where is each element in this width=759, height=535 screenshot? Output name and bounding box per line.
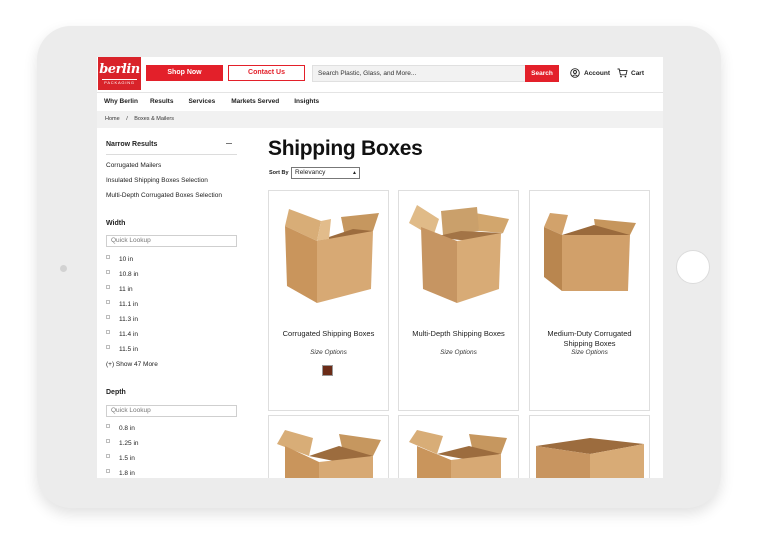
sidebar-link-corrugated-mailers[interactable]: Corrugated Mailers <box>106 162 161 169</box>
breadcrumb-current[interactable]: Boxes & Mailers <box>134 116 174 122</box>
color-swatch[interactable] <box>322 365 333 376</box>
contact-us-button[interactable]: Contact Us <box>228 65 305 81</box>
home-button[interactable] <box>676 250 710 284</box>
checkbox[interactable] <box>106 330 110 334</box>
depth-option[interactable]: 1.25 in <box>106 439 139 448</box>
browser-screen: berlin PACKAGING Shop Now Contact Us Sea… <box>97 57 663 478</box>
sidebar-link-insulated-boxes[interactable]: Insulated Shipping Boxes Selection <box>106 177 208 184</box>
checkbox[interactable] <box>106 300 110 304</box>
sort-by-select[interactable]: Relevancy ▲ <box>291 167 360 179</box>
search-button[interactable]: Search <box>525 65 559 82</box>
nav-markets-served[interactable]: Markets Served <box>231 93 279 111</box>
open-box-image <box>285 209 379 303</box>
checkbox[interactable] <box>106 285 110 289</box>
open-tray-box-image <box>536 438 644 478</box>
width-show-more-link[interactable]: (+) Show 47 More <box>106 361 158 368</box>
product-card-corrugated-shipping-boxes[interactable]: Corrugated Shipping Boxes Size Options <box>268 190 389 411</box>
checkbox[interactable] <box>106 345 110 349</box>
checkbox[interactable] <box>106 424 110 428</box>
breadcrumb-separator: / <box>126 116 128 122</box>
cart-icon <box>617 68 628 78</box>
search-input[interactable]: Search Plastic, Glass, and More... <box>312 65 527 82</box>
account-label: Account <box>584 69 610 77</box>
camera-dot <box>60 265 67 272</box>
breadcrumb-home[interactable]: Home <box>105 116 120 122</box>
sort-by-value: Relevancy <box>295 169 326 176</box>
select-arrows-icon: ▲ <box>352 170 357 176</box>
width-filter-title: Width <box>106 220 126 227</box>
nav-why-berlin[interactable]: Why Berlin <box>104 93 138 111</box>
checkbox[interactable] <box>106 439 110 443</box>
size-options-label[interactable]: Size Options <box>530 349 649 356</box>
depth-option[interactable]: 0.8 in <box>106 424 135 433</box>
depth-option[interactable]: 1.5 in <box>106 454 135 463</box>
product-card-medium-duty-corrugated-shipping-boxes[interactable]: Medium-Duty Corrugated Shipping Boxes Si… <box>529 190 650 411</box>
open-box-image <box>544 213 636 291</box>
depth-option[interactable]: 1.8 in <box>106 469 135 478</box>
checkbox[interactable] <box>106 270 110 274</box>
nav-insights[interactable]: Insights <box>294 93 319 111</box>
user-icon <box>570 68 580 78</box>
collapse-icon[interactable] <box>226 143 232 144</box>
width-option[interactable]: 11.1 in <box>106 300 138 309</box>
product-name[interactable]: Multi-Depth Shipping Boxes <box>403 329 514 339</box>
sidebar-divider <box>106 154 237 155</box>
shop-now-button[interactable]: Shop Now <box>146 65 223 81</box>
width-option[interactable]: 10.8 in <box>106 270 139 279</box>
width-option[interactable]: 11.4 in <box>106 330 138 339</box>
depth-filter-title: Depth <box>106 389 126 396</box>
nav-results[interactable]: Results <box>150 93 173 111</box>
cart-label: Cart <box>631 69 645 77</box>
nav-services[interactable]: Services <box>188 93 215 111</box>
main-nav: Why Berlin Results Services Markets Serv… <box>97 92 663 111</box>
page-title: Shipping Boxes <box>268 137 423 160</box>
product-card[interactable] <box>529 415 650 478</box>
open-box-image <box>409 205 509 303</box>
open-box-image <box>409 430 507 478</box>
logo-text: berlin <box>99 62 140 77</box>
product-name[interactable]: Corrugated Shipping Boxes <box>273 329 384 339</box>
breadcrumb: Home / Boxes & Mailers <box>97 111 663 128</box>
product-name[interactable]: Medium-Duty Corrugated Shipping Boxes <box>534 329 645 349</box>
width-quick-lookup-input[interactable]: Quick Lookup <box>106 235 237 247</box>
checkbox[interactable] <box>106 469 110 473</box>
size-options-label[interactable]: Size Options <box>399 349 518 356</box>
checkbox[interactable] <box>106 315 110 319</box>
product-card[interactable] <box>268 415 389 478</box>
checkbox[interactable] <box>106 454 110 458</box>
width-option[interactable]: 11.3 in <box>106 315 138 324</box>
cart-link[interactable]: Cart <box>617 67 644 79</box>
narrow-results-title: Narrow Results <box>106 141 158 148</box>
sidebar-link-multi-depth-boxes[interactable]: Multi-Depth Corrugated Boxes Selection <box>106 192 222 199</box>
width-option[interactable]: 10 in <box>106 255 133 264</box>
width-option[interactable]: 11 in <box>106 285 133 294</box>
depth-quick-lookup-input[interactable]: Quick Lookup <box>106 405 237 417</box>
logo-subtext: PACKAGING <box>102 79 137 86</box>
checkbox[interactable] <box>106 255 110 259</box>
berlin-logo[interactable]: berlin PACKAGING <box>98 57 141 90</box>
sort-by-label: Sort By <box>269 170 289 176</box>
product-card[interactable] <box>398 415 519 478</box>
open-box-image <box>277 430 381 478</box>
account-link[interactable]: Account <box>570 67 610 79</box>
width-option[interactable]: 11.5 in <box>106 345 138 354</box>
size-options-label[interactable]: Size Options <box>269 349 388 356</box>
product-card-multi-depth-shipping-boxes[interactable]: Multi-Depth Shipping Boxes Size Options <box>398 190 519 411</box>
